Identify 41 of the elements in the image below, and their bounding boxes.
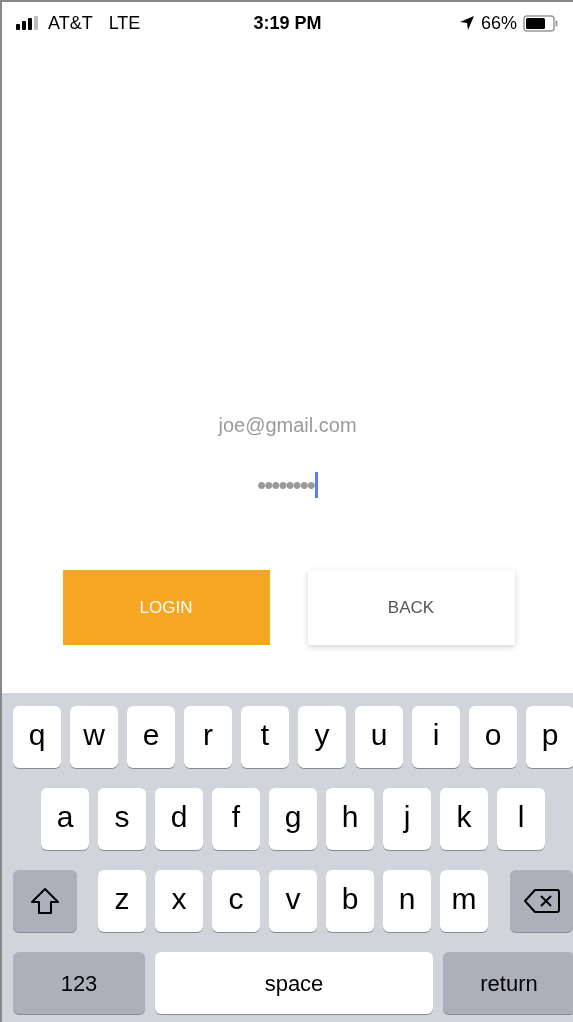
back-button[interactable]: BACK (307, 570, 515, 645)
key[interactable]: n (383, 870, 431, 932)
signal-icon (16, 16, 40, 30)
key[interactable]: f (212, 788, 260, 850)
key[interactable]: j (383, 788, 431, 850)
key[interactable]: y (298, 706, 346, 768)
battery-percentage: 66% (480, 11, 517, 35)
numbers-key[interactable]: 123 (13, 952, 145, 1014)
space-key[interactable]: space (155, 952, 433, 1014)
backspace-icon (523, 888, 560, 914)
network-label: LTE (108, 11, 141, 35)
return-key[interactable]: return (443, 952, 573, 1014)
key[interactable]: b (326, 870, 374, 932)
delete-key[interactable] (510, 870, 573, 932)
key[interactable]: k (440, 788, 488, 850)
key[interactable]: e (127, 706, 175, 768)
shift-key[interactable] (13, 870, 77, 932)
shift-icon (30, 887, 60, 915)
key[interactable]: z (98, 870, 146, 932)
key[interactable]: x (155, 870, 203, 932)
location-arrow-icon (458, 15, 475, 31)
carrier-label: AT&T (48, 11, 93, 35)
key[interactable]: t (241, 706, 289, 768)
key[interactable]: h (326, 788, 374, 850)
battery-icon (523, 14, 559, 32)
key[interactable]: a (41, 788, 89, 850)
clock: 3:19 PM (253, 11, 322, 35)
key[interactable]: s (98, 788, 146, 850)
key[interactable]: u (355, 706, 403, 768)
key[interactable]: g (269, 788, 317, 850)
key[interactable]: c (212, 870, 260, 932)
key[interactable]: i (412, 706, 460, 768)
key[interactable]: o (469, 706, 517, 768)
key[interactable]: q (13, 706, 61, 768)
key[interactable]: r (184, 706, 232, 768)
key[interactable]: d (155, 788, 203, 850)
key[interactable]: m (440, 870, 488, 932)
key[interactable]: p (526, 706, 573, 768)
key[interactable]: w (70, 706, 118, 768)
key[interactable]: l (497, 788, 545, 850)
key[interactable]: v (269, 870, 317, 932)
